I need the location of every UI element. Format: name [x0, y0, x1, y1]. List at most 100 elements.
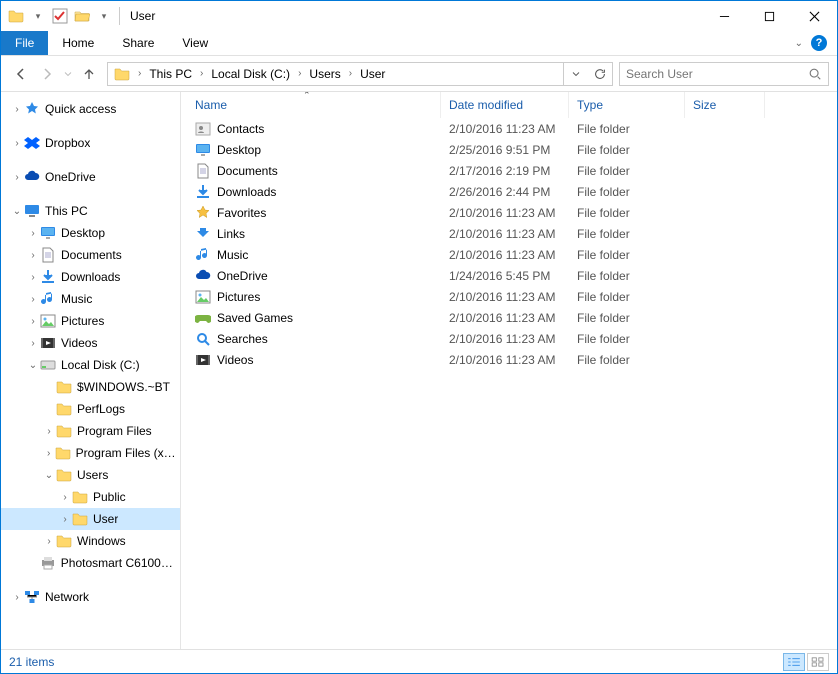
file-date: 1/24/2016 5:45 PM — [441, 269, 569, 283]
help-icon[interactable]: ? — [811, 35, 827, 51]
file-date: 2/10/2016 11:23 AM — [441, 290, 569, 304]
up-button[interactable] — [77, 62, 101, 86]
search-input[interactable] — [626, 67, 808, 81]
chevron-right-icon[interactable]: › — [345, 68, 356, 79]
window-title: User — [130, 9, 155, 23]
pictures-icon — [195, 289, 211, 305]
details-view-button[interactable] — [783, 653, 805, 671]
tree-quick-access[interactable]: ›Quick access — [1, 98, 180, 120]
download-icon — [39, 269, 57, 285]
file-row[interactable]: OneDrive1/24/2016 5:45 PMFile folder — [187, 265, 837, 286]
tree-onedrive[interactable]: ›OneDrive — [1, 166, 180, 188]
column-date[interactable]: Date modified — [441, 92, 569, 118]
tree-photosmart[interactable]: Photosmart C6100 se — [1, 552, 180, 574]
file-type: File folder — [569, 353, 685, 367]
tab-view[interactable]: View — [168, 31, 222, 55]
back-button[interactable] — [9, 62, 33, 86]
links-icon — [195, 226, 211, 242]
tree-users[interactable]: ⌄Users — [1, 464, 180, 486]
tree-documents[interactable]: ›Documents — [1, 244, 180, 266]
file-list[interactable]: ⌃ Name Date modified Type Size Contacts2… — [181, 92, 837, 649]
column-name[interactable]: Name — [187, 92, 441, 118]
history-dropdown-button[interactable] — [564, 63, 588, 85]
tab-home[interactable]: Home — [48, 31, 108, 55]
file-date: 2/10/2016 11:23 AM — [441, 248, 569, 262]
search-icon — [808, 67, 822, 81]
caret-icon[interactable]: ▾ — [29, 7, 47, 25]
file-row[interactable]: Downloads2/26/2016 2:44 PMFile folder — [187, 181, 837, 202]
tree-local-disk[interactable]: ⌄Local Disk (C:) — [1, 354, 180, 376]
breadcrumb-item[interactable]: This PC — [145, 67, 196, 81]
tab-share[interactable]: Share — [108, 31, 168, 55]
file-row[interactable]: Favorites2/10/2016 11:23 AMFile folder — [187, 202, 837, 223]
tree-this-pc[interactable]: ⌄This PC — [1, 200, 180, 222]
file-date: 2/26/2016 2:44 PM — [441, 185, 569, 199]
tree-folder[interactable]: $WINDOWS.~BT — [1, 376, 180, 398]
tree-network[interactable]: ›Network — [1, 586, 180, 608]
file-row[interactable]: Pictures2/10/2016 11:23 AMFile folder — [187, 286, 837, 307]
caret-icon[interactable]: ▾ — [95, 7, 113, 25]
tree-desktop[interactable]: ›Desktop — [1, 222, 180, 244]
picture-icon — [39, 313, 57, 329]
file-type: File folder — [569, 185, 685, 199]
location-icon[interactable] — [110, 66, 134, 82]
document-icon — [39, 247, 57, 263]
title-bar: ▾ ▾ User — [1, 1, 837, 31]
file-row[interactable]: Contacts2/10/2016 11:23 AMFile folder — [187, 118, 837, 139]
folder-icon — [71, 511, 89, 527]
file-row[interactable]: Desktop2/25/2016 9:51 PMFile folder — [187, 139, 837, 160]
tree-folder[interactable]: ›Public — [1, 486, 180, 508]
file-row[interactable]: Documents2/17/2016 2:19 PMFile folder — [187, 160, 837, 181]
tree-pictures[interactable]: ›Pictures — [1, 310, 180, 332]
file-row[interactable]: Links2/10/2016 11:23 AMFile folder — [187, 223, 837, 244]
large-icons-view-button[interactable] — [807, 653, 829, 671]
tab-file[interactable]: File — [1, 31, 48, 55]
chevron-right-icon[interactable]: › — [294, 68, 305, 79]
refresh-button[interactable] — [588, 63, 612, 85]
tree-folder[interactable]: ›Windows — [1, 530, 180, 552]
recent-locations-button[interactable] — [61, 62, 75, 86]
file-row[interactable]: Music2/10/2016 11:23 AMFile folder — [187, 244, 837, 265]
address-bar[interactable]: › This PC › Local Disk (C:) › Users › Us… — [107, 62, 613, 86]
tree-folder[interactable]: ›Program Files — [1, 420, 180, 442]
file-name: Desktop — [217, 143, 261, 157]
column-type[interactable]: Type — [569, 92, 685, 118]
file-row[interactable]: Searches2/10/2016 11:23 AMFile folder — [187, 328, 837, 349]
folder-open-icon[interactable] — [73, 7, 91, 25]
file-row[interactable]: Videos2/10/2016 11:23 AMFile folder — [187, 349, 837, 370]
minimize-button[interactable] — [702, 1, 747, 31]
file-type: File folder — [569, 227, 685, 241]
close-button[interactable] — [792, 1, 837, 31]
properties-check-icon[interactable] — [51, 7, 69, 25]
tree-folder[interactable]: PerfLogs — [1, 398, 180, 420]
tree-videos[interactable]: ›Videos — [1, 332, 180, 354]
folder-icon — [55, 467, 73, 483]
navigation-pane[interactable]: ›Quick access ›Dropbox ›OneDrive ⌄This P… — [1, 92, 181, 649]
file-type: File folder — [569, 311, 685, 325]
tree-folder[interactable]: ›Program Files (x86) — [1, 442, 180, 464]
breadcrumb-item[interactable]: Local Disk (C:) — [207, 67, 294, 81]
tree-music[interactable]: ›Music — [1, 288, 180, 310]
item-count: 21 items — [9, 655, 54, 669]
tree-dropbox[interactable]: ›Dropbox — [1, 132, 180, 154]
dropbox-icon — [23, 135, 41, 151]
folder-icon — [7, 7, 25, 25]
breadcrumb-item[interactable]: Users — [305, 67, 344, 81]
forward-button[interactable] — [35, 62, 59, 86]
tree-downloads[interactable]: ›Downloads — [1, 266, 180, 288]
file-row[interactable]: Saved Games2/10/2016 11:23 AMFile folder — [187, 307, 837, 328]
search-box[interactable] — [619, 62, 829, 86]
chevron-right-icon[interactable]: › — [134, 68, 145, 79]
column-size[interactable]: Size — [685, 92, 765, 118]
tree-user-selected[interactable]: ›User — [1, 508, 180, 530]
favorites-icon — [195, 205, 211, 221]
maximize-button[interactable] — [747, 1, 792, 31]
chevron-down-icon[interactable]: ⌄ — [795, 38, 803, 49]
file-date: 2/10/2016 11:23 AM — [441, 227, 569, 241]
file-date: 2/10/2016 11:23 AM — [441, 206, 569, 220]
sort-indicator-icon: ⌃ — [303, 92, 311, 101]
chevron-right-icon[interactable]: › — [196, 68, 207, 79]
window-controls — [702, 1, 837, 31]
breadcrumb-item[interactable]: User — [356, 67, 389, 81]
file-name: Searches — [217, 332, 268, 346]
